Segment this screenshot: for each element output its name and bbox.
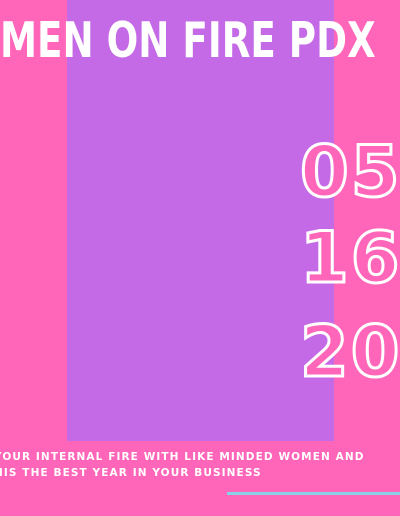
tagline: YOUR INTERNAL FIRE WITH LIKE MINDED WOME… bbox=[0, 449, 400, 481]
poster-title: MEN ON FIRE PDX bbox=[0, 12, 376, 69]
date-day: 16 bbox=[298, 217, 400, 299]
date-month: 05 bbox=[298, 131, 400, 213]
tagline-line-1: YOUR INTERNAL FIRE WITH LIKE MINDED WOME… bbox=[0, 451, 365, 463]
date-year: 20 bbox=[298, 311, 400, 393]
accent-line bbox=[227, 492, 400, 495]
poster: MEN ON FIRE PDX 05 16 20 YOUR INTERNAL F… bbox=[0, 0, 400, 516]
tagline-line-2: HIS THE BEST YEAR IN YOUR BUSINESS bbox=[0, 467, 262, 479]
